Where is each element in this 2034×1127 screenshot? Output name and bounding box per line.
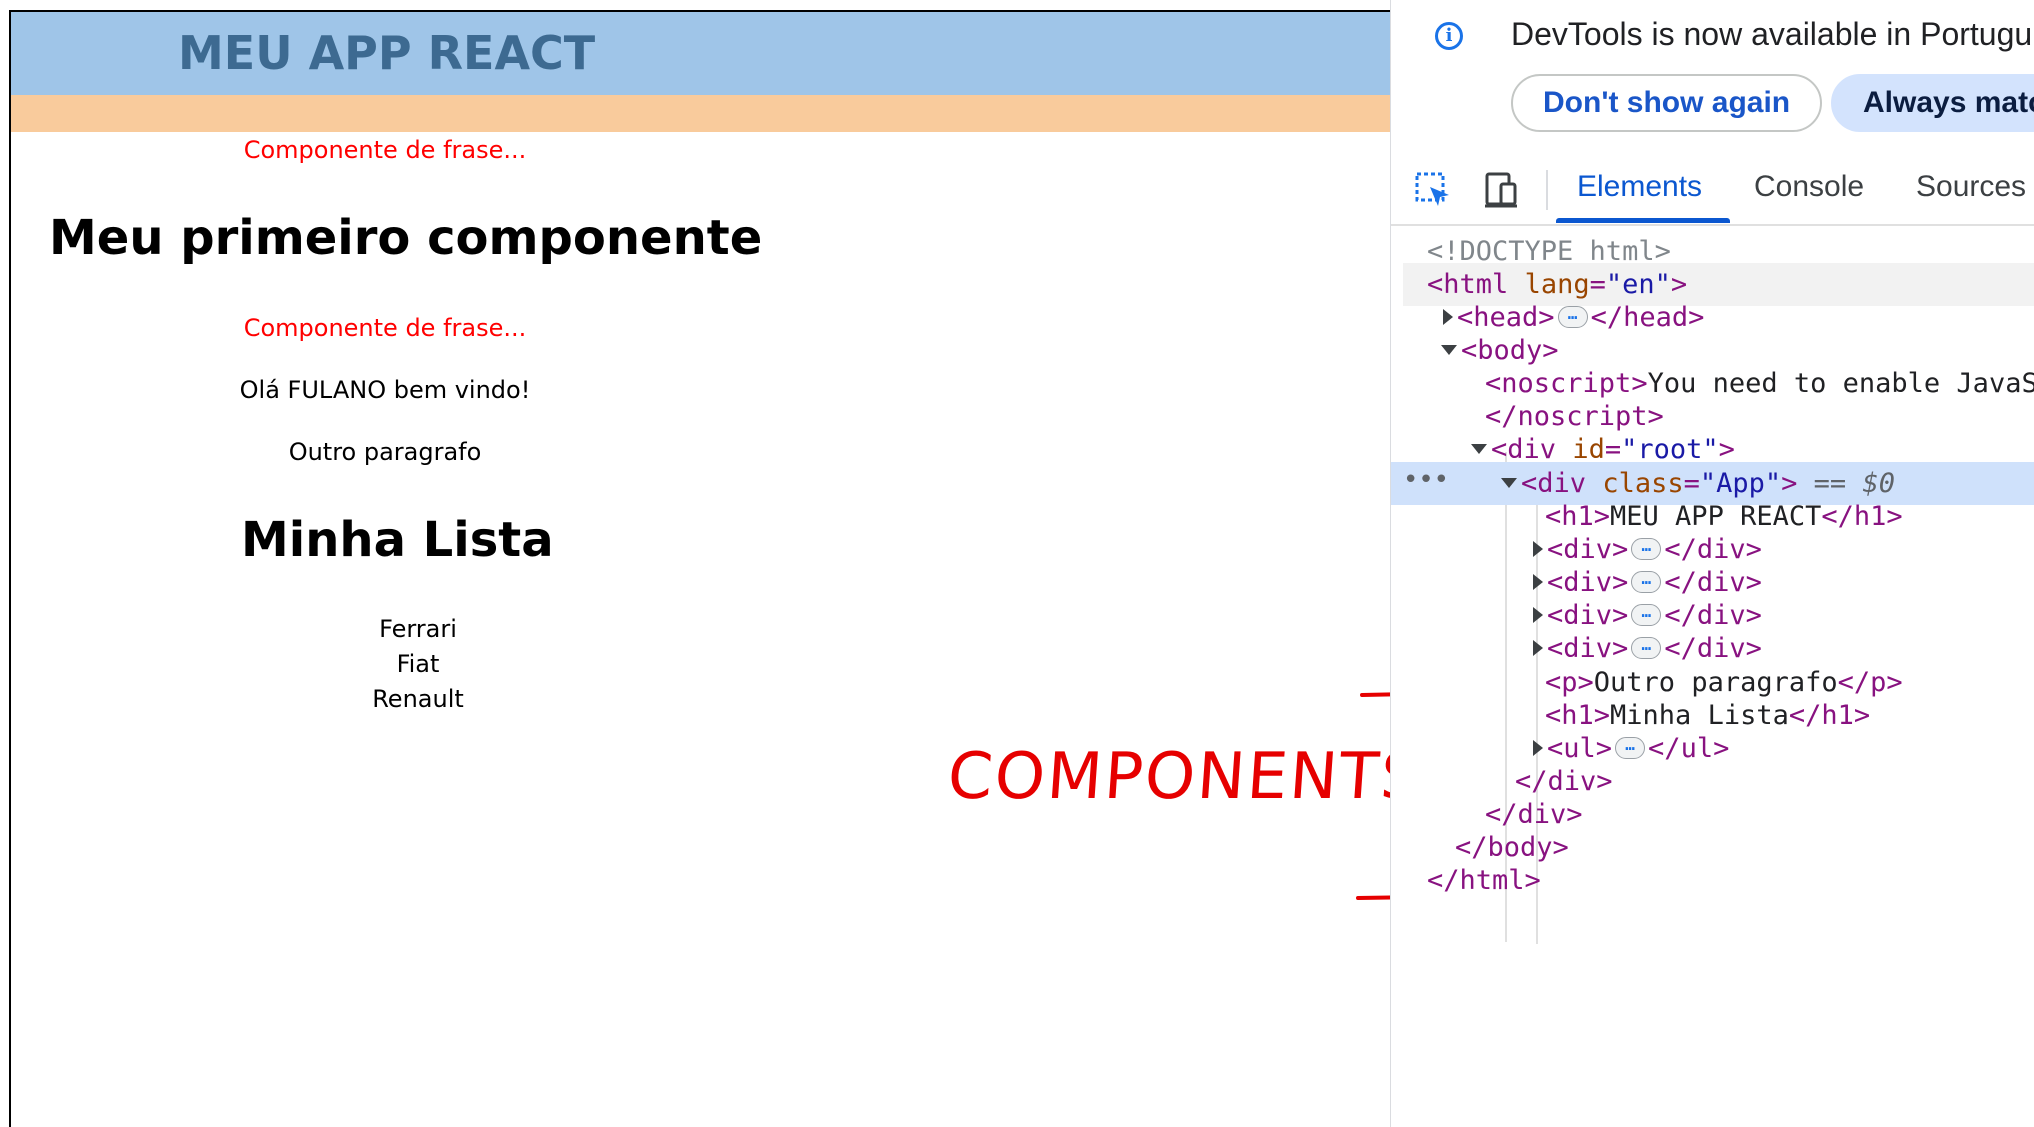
phrase-component-1: Componente de frase... <box>243 136 527 164</box>
list-item: Renault <box>372 685 464 713</box>
collapse-triangle-icon[interactable] <box>1471 443 1487 454</box>
expand-triangle-icon[interactable] <box>1533 639 1543 656</box>
ellipsis-icon[interactable]: … <box>1557 305 1588 328</box>
tab-elements[interactable]: Elements <box>1577 170 1702 204</box>
page-border <box>9 10 1390 1127</box>
list-heading: Minha Lista <box>241 512 554 568</box>
more-options-icon[interactable]: ••• <box>1403 462 1449 498</box>
ellipsis-icon[interactable]: … <box>1631 537 1662 560</box>
active-tab-indicator <box>1556 218 1730 223</box>
tab-sources[interactable]: Sources <box>1916 170 2026 204</box>
devtools-panel: i DevTools is now available in Portugu D… <box>1390 0 2034 1127</box>
components-annotation-label: COMPONENTS <box>945 740 1390 814</box>
dom-node-html-close[interactable]: </html> <box>1391 859 2034 902</box>
list-item: Ferrari <box>379 615 457 643</box>
app-header-band <box>11 95 1390 132</box>
ellipsis-icon[interactable]: … <box>1631 603 1662 626</box>
collapse-triangle-icon[interactable] <box>1441 344 1457 355</box>
div-tag-name: div <box>1563 633 1613 664</box>
root-tag-name: div <box>1507 434 1557 465</box>
other-paragraph: Outro paragrafo <box>288 438 482 466</box>
root-attr-name: id <box>1572 434 1605 465</box>
inspect-element-icon[interactable] <box>1413 170 1453 210</box>
elements-dom-tree: <!DOCTYPE html> <html lang="en"> <head>…… <box>1391 226 2034 1126</box>
phrase-component-2: Componente de frase... <box>243 314 527 342</box>
app-title: MEU APP REACT <box>178 26 596 80</box>
info-icon: i <box>1435 22 1463 50</box>
expand-triangle-icon[interactable] <box>1533 739 1543 756</box>
language-infobar: i DevTools is now available in Portugu D… <box>1391 0 2034 152</box>
list-item: Fiat <box>396 650 440 678</box>
html-close-tag: </html> <box>1427 865 1541 896</box>
car-list: Ferrari Fiat Renault <box>318 612 518 717</box>
app-viewport: MEU APP REACT Componente de frase... Meu… <box>0 0 1390 1127</box>
dont-show-again-button[interactable]: Don't show again <box>1511 74 1823 132</box>
tab-console[interactable]: Console <box>1754 170 1864 204</box>
expand-triangle-icon[interactable] <box>1533 573 1543 590</box>
tab-separator <box>1546 170 1548 210</box>
collapse-triangle-icon[interactable] <box>1501 477 1517 488</box>
devtools-tabbar: Elements Console Sources <box>1391 154 2034 226</box>
root-attr-value: "root" <box>1621 434 1719 465</box>
first-component-heading: Meu primeiro componente <box>49 210 763 266</box>
infobar-message: DevTools is now available in Portugu <box>1511 16 2033 52</box>
ellipsis-icon[interactable]: … <box>1631 636 1662 659</box>
expand-triangle-icon[interactable] <box>1533 540 1543 557</box>
expand-triangle-icon[interactable] <box>1533 606 1543 623</box>
ellipsis-icon[interactable]: … <box>1631 570 1662 593</box>
ellipsis-icon[interactable]: … <box>1615 736 1646 759</box>
expand-triangle-icon[interactable] <box>1443 308 1453 325</box>
div-close-tag: </div> <box>1664 633 1762 664</box>
always-match-language-button[interactable]: Always matcl <box>1831 74 2034 132</box>
greeting-text: Olá FULANO bem vindo! <box>239 376 531 404</box>
device-toolbar-icon[interactable] <box>1481 170 1521 210</box>
